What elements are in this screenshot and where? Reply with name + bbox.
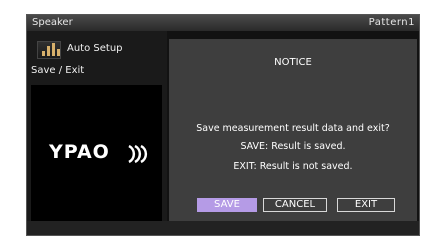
exit-button[interactable]: EXIT: [337, 198, 395, 212]
screen-title: Speaker: [32, 17, 73, 28]
sound-wave-icon: [128, 144, 148, 164]
sub-menu-label: Save / Exit: [31, 65, 85, 76]
av-receiver-osd: Speaker Pattern1 Auto Setup Save / Exit …: [26, 14, 420, 236]
cancel-button[interactable]: CANCEL: [263, 198, 327, 212]
save-button[interactable]: SAVE: [197, 198, 257, 212]
dialog-title: NOTICE: [274, 57, 312, 68]
title-bar: Speaker Pattern1: [27, 15, 419, 31]
menu-item-label: Auto Setup: [67, 43, 123, 54]
dialog-question: Save measurement result data and exit?: [196, 123, 390, 134]
sidebar: Auto Setup Save / Exit YPAO: [27, 31, 167, 223]
bottom-bar: [27, 221, 419, 235]
ypao-logo: YPAO: [49, 141, 110, 163]
save-info-text: SAVE: Result is saved.: [240, 141, 346, 152]
ypao-logo-panel: YPAO: [31, 85, 162, 221]
notice-dialog: NOTICE Save measurement result data and …: [169, 39, 417, 223]
speaker-levels-icon: [37, 41, 61, 59]
exit-info-text: EXIT: Result is not saved.: [233, 161, 353, 172]
pattern-label: Pattern1: [368, 17, 415, 28]
